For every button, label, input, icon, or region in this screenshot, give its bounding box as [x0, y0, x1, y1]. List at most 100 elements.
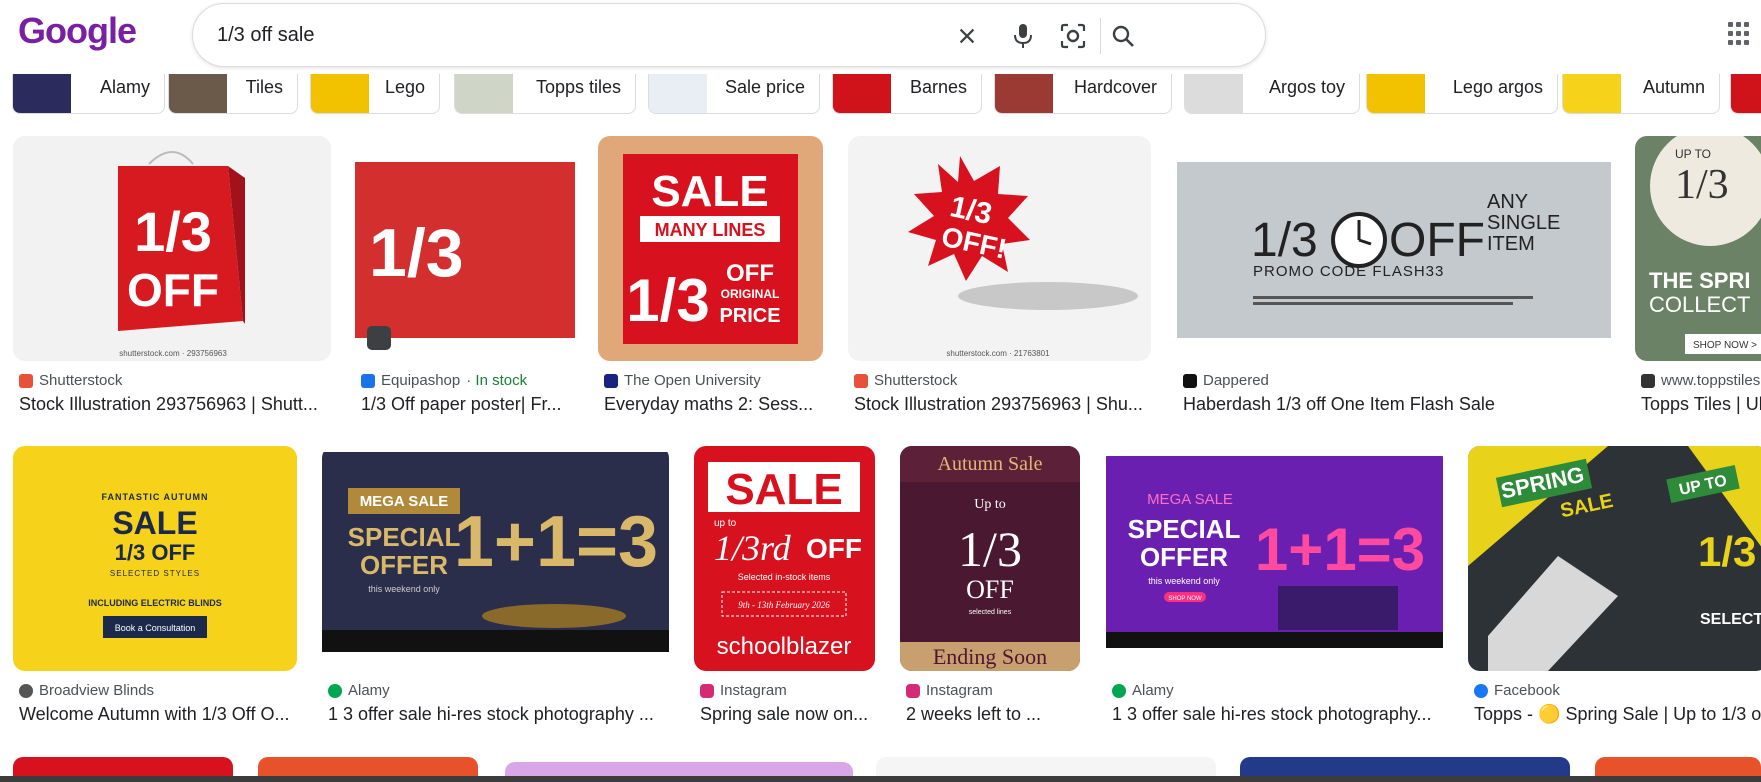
image-text: MEGA SALE: [1147, 491, 1233, 508]
image-text: SALE: [725, 465, 842, 514]
result-image[interactable]: Autumn Sale Up to 1/3 OFF selected lines…: [900, 446, 1080, 671]
chip-argos-toy[interactable]: Argos toy: [1184, 74, 1360, 114]
result-source[interactable]: Facebook: [1474, 682, 1560, 699]
image-result-card[interactable]: UP TO 1/3 THE SPRI COLLECT SHOP NOW > ww…: [1635, 136, 1761, 426]
image-result-partial[interactable]: [1240, 757, 1570, 777]
image-text: MANY LINES: [655, 220, 766, 240]
chip-alamy[interactable]: Alamy: [12, 74, 165, 114]
image-text: 1/3: [1675, 162, 1729, 208]
result-title[interactable]: 1 3 offer sale hi-res stock photography …: [328, 704, 668, 725]
image-result-card[interactable]: 1/3 OFF! shutterstock.com · 21763801 Shu…: [848, 136, 1153, 426]
image-result-card[interactable]: MEGA SALE SPECIAL OFFER this weekend onl…: [322, 446, 670, 736]
result-image[interactable]: SALE MANY LINES 1/3 OFF ORIGINAL PRICE: [598, 136, 823, 361]
result-title[interactable]: Welcome Autumn with 1/3 Off O...: [19, 704, 301, 725]
result-image[interactable]: 1/3: [355, 136, 575, 361]
site-favicon-icon: [328, 683, 342, 698]
chip-lego[interactable]: Lego: [310, 74, 440, 114]
image-text: this weekend only: [1148, 576, 1220, 586]
site-favicon-icon: [361, 373, 375, 388]
result-title[interactable]: Stock Illustration 293756963 | Shutt...: [19, 394, 329, 415]
result-source[interactable]: Instagram: [700, 682, 787, 699]
chip-topps-tiles[interactable]: Topps tiles: [454, 74, 636, 114]
image-result-partial[interactable]: [258, 757, 478, 777]
image-result-card[interactable]: 1/3 OFF ANY SINGLE ITEM PROMO CODE FLASH…: [1177, 136, 1612, 426]
result-source[interactable]: Instagram: [906, 682, 993, 699]
site-favicon-icon: [854, 373, 868, 388]
result-image[interactable]: FANTASTIC AUTUMN SALE 1/3 OFF SELECTED S…: [13, 446, 297, 671]
image-text: UP TO: [1675, 147, 1711, 161]
apps-grid-icon[interactable]: [1728, 22, 1752, 46]
image-text: 1/3 OFF: [115, 540, 196, 565]
chip-lego-argos[interactable]: Lego argos: [1366, 74, 1558, 114]
image-text: OFFER: [1140, 542, 1228, 572]
result-title[interactable]: Stock Illustration 293756963 | Shu...: [854, 394, 1154, 415]
result-source[interactable]: Equipashop · In stock: [361, 372, 527, 389]
result-image[interactable]: UP TO 1/3 THE SPRI COLLECT SHOP NOW >: [1635, 136, 1761, 361]
chip-sale-price[interactable]: Sale price: [648, 74, 820, 114]
result-source[interactable]: www.toppstiles: [1641, 372, 1760, 389]
image-result-partial[interactable]: [505, 762, 853, 777]
result-image[interactable]: 1/3 OFF! shutterstock.com · 21763801: [848, 136, 1151, 361]
image-result-card[interactable]: MEGA SALE SPECIAL OFFER this weekend onl…: [1106, 446, 1444, 736]
image-text: INCLUDING ELECTRIC BLINDS: [88, 598, 222, 608]
result-source[interactable]: Broadview Blinds: [19, 682, 154, 699]
result-title[interactable]: Topps - 🟡 Spring Sale | Up to 1/3 o: [1474, 704, 1761, 725]
image-result-card[interactable]: SALE up to 1/3rd OFF Selected in-stock i…: [694, 446, 876, 736]
image-text: SHOP NOW: [1168, 596, 1202, 602]
result-image[interactable]: 1/3 OFF ANY SINGLE ITEM PROMO CODE FLASH…: [1177, 136, 1611, 361]
result-image[interactable]: MEGA SALE SPECIAL OFFER this weekend onl…: [1106, 446, 1443, 671]
result-source[interactable]: Dappered: [1183, 372, 1269, 389]
image-text: COLLECT: [1649, 292, 1750, 317]
bottom-edge: [0, 776, 1761, 782]
image-text: PROMO CODE FLASH33: [1253, 263, 1444, 280]
close-icon[interactable]: [951, 20, 983, 52]
result-source[interactable]: The Open University: [604, 372, 761, 389]
result-image[interactable]: 1/3 OFF shutterstock.com · 293756963: [13, 136, 331, 361]
image-result-card[interactable]: SALE MANY LINES 1/3 OFF ORIGINAL PRICE T…: [598, 136, 824, 426]
image-result-card[interactable]: Autumn Sale Up to 1/3 OFF selected lines…: [900, 446, 1082, 736]
result-title[interactable]: Spring sale now on...: [700, 704, 880, 725]
instagram-icon: [906, 683, 920, 698]
site-favicon-icon: [1641, 373, 1655, 388]
chip-barnes[interactable]: Barnes: [832, 74, 982, 114]
search-input[interactable]: 1/3 off sale: [217, 24, 314, 47]
image-text: OFF: [726, 260, 774, 287]
result-image[interactable]: SPRING SALE UP TO 1/3 OF SELECTE: [1468, 446, 1761, 671]
chip-autumn[interactable]: Autumn: [1562, 74, 1720, 114]
result-source[interactable]: Alamy: [1112, 682, 1174, 699]
image-text: SHOP NOW >: [1693, 340, 1757, 351]
image-result-card[interactable]: 1/3 Equipashop · In stock 1/3 Off paper p…: [355, 136, 577, 426]
image-result-card[interactable]: 1/3 OFF shutterstock.com · 293756963 Shu…: [13, 136, 333, 426]
chip-hardcover[interactable]: Hardcover: [994, 74, 1172, 114]
chip-thumbnail: [1367, 74, 1425, 113]
result-title[interactable]: Everyday maths 2: Sess...: [604, 394, 819, 415]
result-title[interactable]: 1/3 Off paper poster| Fr...: [361, 394, 576, 415]
chip-partial[interactable]: [1730, 74, 1761, 114]
result-image[interactable]: MEGA SALE SPECIAL OFFER this weekend onl…: [322, 446, 669, 671]
image-result-partial[interactable]: [13, 757, 233, 777]
image-text: 1/3: [626, 267, 709, 334]
result-title[interactable]: Topps Tiles | Ul: [1641, 394, 1761, 415]
image-text: SELECTE: [1700, 611, 1761, 628]
top-bar: Google 1/3 off sale: [0, 0, 1761, 70]
result-title[interactable]: 1 3 offer sale hi-res stock photography.…: [1112, 704, 1442, 725]
image-result-card[interactable]: SPRING SALE UP TO 1/3 OF SELECTE Faceboo…: [1468, 446, 1761, 736]
camera-lens-icon[interactable]: [1057, 20, 1089, 52]
image-text: 9th - 13th February 2026: [738, 600, 830, 610]
search-icon[interactable]: [1107, 20, 1139, 52]
image-result-partial[interactable]: [876, 757, 1216, 777]
result-source[interactable]: Shutterstock: [19, 372, 122, 389]
google-doodle-logo[interactable]: Google: [18, 10, 137, 52]
result-title[interactable]: Haberdash 1/3 off One Item Flash Sale: [1183, 394, 1613, 415]
result-source[interactable]: Alamy: [328, 682, 390, 699]
search-box[interactable]: 1/3 off sale: [192, 3, 1266, 67]
chip-thumbnail: [455, 74, 513, 113]
chip-tiles[interactable]: Tiles: [168, 74, 298, 114]
microphone-icon[interactable]: [1007, 20, 1039, 52]
result-title[interactable]: 2 weeks left to ...: [906, 704, 1086, 725]
result-image[interactable]: SALE up to 1/3rd OFF Selected in-stock i…: [694, 446, 875, 671]
image-result-partial[interactable]: [1595, 757, 1761, 777]
image-result-card[interactable]: FANTASTIC AUTUMN SALE 1/3 OFF SELECTED S…: [13, 446, 313, 736]
search-separator: [1100, 18, 1101, 54]
result-source[interactable]: Shutterstock: [854, 372, 957, 389]
